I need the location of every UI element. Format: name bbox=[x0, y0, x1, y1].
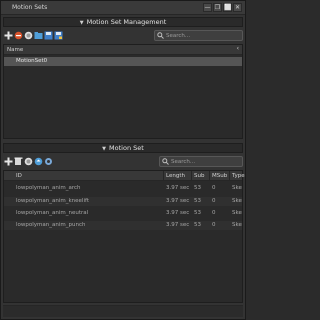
window-controls: — ❐ ⬜ ✕ bbox=[203, 3, 242, 12]
motion-sets-window: Motion Sets — ❐ ⬜ ✕ ▼ Motion Set Manageme… bbox=[0, 0, 246, 320]
motion-msub: 0 bbox=[212, 222, 216, 228]
motion-sub: 53 bbox=[194, 210, 201, 216]
save-icon[interactable] bbox=[44, 31, 53, 40]
column-msub[interactable]: MSub bbox=[212, 173, 227, 179]
section-title: Motion Set bbox=[109, 144, 144, 152]
motion-set-management-header[interactable]: ▼ Motion Set Management bbox=[3, 17, 243, 27]
clear-icon[interactable] bbox=[24, 31, 33, 40]
open-icon[interactable] bbox=[34, 157, 43, 166]
motion-sub: 53 bbox=[194, 185, 201, 191]
restore-button[interactable]: ❐ bbox=[213, 3, 222, 12]
status-strip bbox=[3, 305, 243, 317]
motion-id: lowpolyman_anim_arch bbox=[16, 185, 81, 191]
window-title: Motion Sets bbox=[12, 4, 48, 11]
section-title: Motion Set Management bbox=[86, 18, 167, 26]
motion-type: Skele bbox=[232, 185, 242, 191]
motion-row[interactable]: lowpolyman_anim_arch 3.97 sec 53 0 Skele bbox=[4, 184, 242, 193]
management-search-input[interactable] bbox=[166, 31, 236, 40]
motion-type: Skele bbox=[232, 198, 242, 204]
motion-type: Skele bbox=[232, 210, 242, 216]
motion-search-box[interactable] bbox=[159, 156, 243, 167]
maximize-button[interactable]: ⬜ bbox=[223, 3, 232, 12]
add-icon[interactable] bbox=[4, 157, 13, 166]
motion-toolbar bbox=[4, 156, 53, 166]
motion-id: lowpolyman_anim_punch bbox=[16, 222, 86, 228]
motion-row[interactable]: lowpolyman_anim_kneelift 3.97 sec 53 0 S… bbox=[4, 197, 242, 206]
motion-msub: 0 bbox=[212, 198, 216, 204]
open-folder-icon[interactable] bbox=[34, 31, 43, 40]
management-column-header: Name ‹ bbox=[4, 45, 242, 55]
motion-set-row[interactable]: MotionSet0 bbox=[4, 57, 242, 66]
motion-msub: 0 bbox=[212, 185, 216, 191]
motion-length: 3.97 sec bbox=[166, 185, 190, 191]
motion-id: lowpolyman_anim_neutral bbox=[16, 210, 89, 216]
motion-sub: 53 bbox=[194, 222, 201, 228]
motion-row[interactable]: lowpolyman_anim_neutral 3.97 sec 53 0 Sk… bbox=[4, 209, 242, 218]
column-name[interactable]: Name bbox=[7, 47, 23, 53]
settings-icon[interactable] bbox=[44, 157, 53, 166]
remove-icon[interactable] bbox=[14, 31, 23, 40]
column-sub[interactable]: Sub bbox=[194, 173, 204, 179]
add-icon[interactable] bbox=[4, 31, 13, 40]
motion-set-header[interactable]: ▼ Motion Set bbox=[3, 143, 243, 153]
collapse-chevron-icon[interactable]: ‹ bbox=[237, 45, 239, 52]
motion-list-panel: ID Length Sub MSub Type lowpolyman_anim_… bbox=[3, 170, 245, 303]
remove-icon[interactable] bbox=[14, 157, 23, 166]
column-id[interactable]: ID bbox=[16, 173, 22, 179]
search-icon bbox=[162, 158, 169, 165]
motion-search-input[interactable] bbox=[171, 157, 241, 166]
motion-type: Skele bbox=[232, 222, 242, 228]
motion-sub: 53 bbox=[194, 198, 201, 204]
title-bar[interactable]: Motion Sets — ❐ ⬜ ✕ bbox=[1, 1, 245, 15]
save-as-icon[interactable] bbox=[54, 31, 63, 40]
management-toolbar bbox=[4, 30, 63, 40]
motion-length: 3.97 sec bbox=[166, 222, 190, 228]
motion-column-header: ID Length Sub MSub Type bbox=[4, 171, 245, 181]
collapse-arrow-icon: ▼ bbox=[79, 20, 84, 26]
motion-row[interactable]: lowpolyman_anim_punch 3.97 sec 53 0 Skel… bbox=[4, 221, 242, 230]
clear-icon[interactable] bbox=[24, 157, 33, 166]
collapse-arrow-icon: ▼ bbox=[102, 146, 107, 152]
management-search-box[interactable] bbox=[154, 30, 243, 41]
motion-length: 3.97 sec bbox=[166, 210, 190, 216]
motion-set-name: MotionSet0 bbox=[16, 58, 48, 64]
motion-set-list-panel: Name ‹ MotionSet0 bbox=[3, 44, 243, 139]
minimize-button[interactable]: — bbox=[203, 3, 212, 12]
column-length[interactable]: Length bbox=[166, 173, 185, 179]
close-button[interactable]: ✕ bbox=[233, 3, 242, 12]
motion-id: lowpolyman_anim_kneelift bbox=[16, 198, 89, 204]
motion-msub: 0 bbox=[212, 210, 216, 216]
motion-length: 3.97 sec bbox=[166, 198, 190, 204]
search-icon bbox=[157, 32, 164, 39]
column-type[interactable]: Type bbox=[232, 173, 245, 179]
